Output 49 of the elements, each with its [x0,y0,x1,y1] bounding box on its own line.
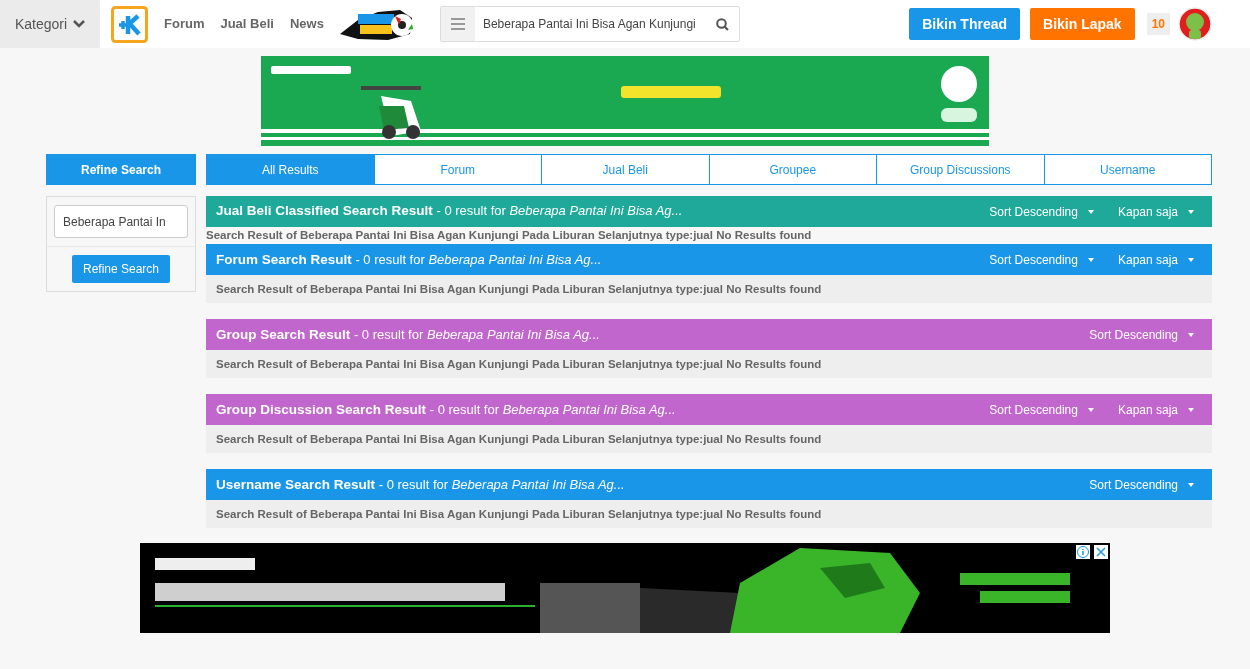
result-message: Search Result of Beberapa Pantai Ini Bisa Agan Kunjungi Pada Liburan Selanjutnya type:jual No Results found [206,228,813,243]
filter-dropdown[interactable]: Sort Descending [1081,475,1202,494]
refine-button[interactable]: Refine Search [71,255,170,283]
search-bar[interactable]: Beberapa Pantai Ini Bisa Agan Kunjungi [439,6,740,42]
header-button[interactable]: Bikin Lapak [1030,8,1135,40]
section-title: Username Search Result - 0 result for Beberapa Pantai Ini Bisa Ag... [216,475,625,494]
filter-dropdown[interactable]: Sort Descending [981,250,1102,269]
nav-link[interactable]: News [289,14,324,34]
tab[interactable]: Forum [374,154,542,185]
info-icon[interactable] [1076,545,1090,560]
section-title: Group Discussion Search Result - 0 result for Beberapa Pantai Ini Bisa Ag... [216,400,676,419]
filter-dropdown[interactable]: Sort Descending [1081,325,1202,344]
sidebar-title: Refine Search [46,154,196,185]
result-message: Search Result of Beberapa Pantai Ini Bisa Agan Kunjungi Pada Liburan Selanjutnya type:jual No Results found [206,500,1212,529]
close-icon[interactable] [1094,545,1108,560]
result-message: Search Result of Beberapa Pantai Ini Bisa Agan Kunjungi Pada Liburan Selanjutnya type:jual No Results found [206,425,1212,454]
filter-dropdown[interactable]: Kapan saja [1109,250,1202,269]
caret-icon [1087,257,1094,262]
nav-link[interactable]: Forum [164,14,205,34]
caret-icon [1188,332,1194,337]
section-title: Jual Beli Classified Search Result - 0 result for Beberapa Pantai Ini Bisa Ag... [216,202,683,221]
caret-icon [1188,482,1194,487]
nav-link[interactable]: Jual Beli [220,14,274,34]
notification-count[interactable]: 10 [1146,13,1170,35]
caret-icon [1188,209,1194,214]
tab[interactable]: All Results [206,154,375,185]
search-icon[interactable] [715,17,729,31]
caret-icon [1087,407,1094,412]
caret-icon [1087,209,1094,214]
header-button[interactable]: Bikin Thread [909,8,1021,40]
avatar[interactable] [1178,7,1212,41]
caret-icon [1188,257,1194,262]
tab[interactable]: Groupee [709,154,877,185]
logo-icon[interactable] [111,5,148,43]
filter-dropdown[interactable]: Sort Descending [981,400,1102,419]
result-message: Search Result of Beberapa Pantai Ini Bisa Agan Kunjungi Pada Liburan Selanjutnya type:jual No Results found [206,275,1212,304]
caret-icon [1188,407,1194,412]
filter-dropdown[interactable]: Kapan saja [1109,202,1202,221]
category-button[interactable]: Kategori [0,0,100,48]
filter-dropdown[interactable]: Kapan saja [1109,400,1202,419]
section-title: Forum Search Result - 0 result for Beberapa Pantai Ini Bisa Ag... [216,250,602,269]
tab[interactable]: Jual Beli [542,154,710,185]
chevron-down-icon [73,20,86,28]
section-title: Group Search Result - 0 result for Beberapa Pantai Ini Bisa Ag... [216,325,600,344]
refine-input[interactable]: Beberapa Pantai In [54,205,188,238]
filter-dropdown[interactable]: Sort Descending [981,202,1102,221]
tab[interactable]: Username [1044,154,1212,185]
result-message: Search Result of Beberapa Pantai Ini Bisa Agan Kunjungi Pada Liburan Selanjutnya type:jual No Results found [206,350,1212,379]
tab[interactable]: Group Discussions [877,154,1045,185]
